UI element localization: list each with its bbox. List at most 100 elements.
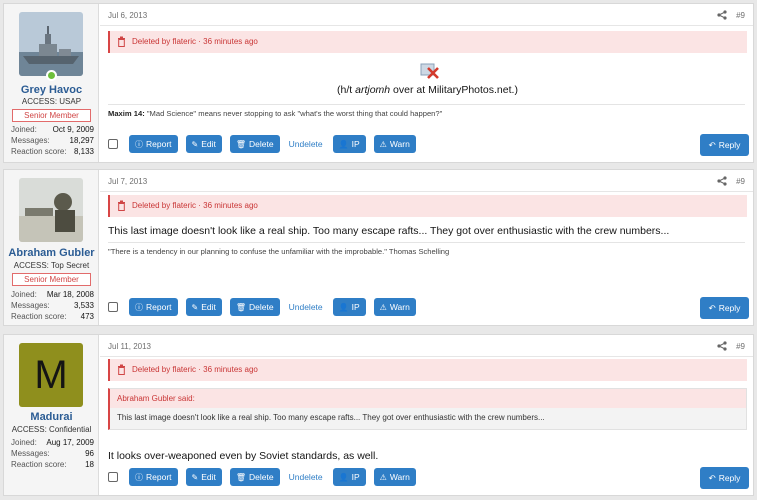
post-actions: ⓘ Report ✎ Edit 🗑 Delete Undelete 👤 IP ⚠ Warn: [108, 468, 424, 486]
warning-icon: ⚠: [379, 302, 387, 312]
delete-button[interactable]: 🗑 Delete: [229, 135, 280, 153]
share-icon[interactable]: [717, 176, 727, 186]
user-stats: Joined: Mar 18, 2008 Messages: 3,533 React…: [11, 289, 94, 322]
joined-value: Mar 18, 2008: [46, 290, 94, 299]
joined-label: Joined:: [11, 438, 37, 447]
avatar[interactable]: [19, 12, 83, 76]
post-actions: ⓘ Report ✎ Edit 🗑 Delete Undelete 👤 IP ⚠ Warn: [108, 298, 424, 316]
post-body: This last image doesn't look like a real…: [108, 225, 670, 237]
warn-button[interactable]: ⚠ Warn: [373, 468, 416, 486]
edit-button[interactable]: ✎ Edit: [185, 298, 222, 316]
edit-button[interactable]: ✎ Edit: [185, 468, 222, 486]
share-icon[interactable]: [717, 10, 727, 20]
post-actions: ⓘ Report ✎ Edit 🗑 Delete Undelete 👤 IP ⚠ Warn: [108, 135, 424, 153]
user-badge: Senior Member: [12, 109, 91, 122]
trash-icon: 🗑: [235, 139, 247, 149]
messages-value: 3,533: [73, 301, 94, 310]
select-checkbox[interactable]: [108, 302, 118, 312]
edit-icon: ✎: [191, 139, 199, 149]
signature-bold: Maxim 14:: [108, 109, 145, 118]
divider: [100, 25, 753, 26]
messages-label: Messages:: [11, 136, 50, 145]
undelete-link[interactable]: Undelete: [289, 302, 323, 312]
reply-button[interactable]: ↶ Reply: [700, 297, 749, 319]
quote-block: Abraham Gubler said: This last image doe…: [108, 388, 747, 430]
deleted-notice-text: Deleted by flateric · 36 minutes ago: [132, 37, 258, 46]
online-indicator: [46, 70, 57, 81]
deleted-notice: Deleted by flateric · 36 minutes ago: [108, 195, 747, 217]
post-number[interactable]: #9: [736, 11, 745, 20]
ip-button[interactable]: 👤 IP: [332, 135, 366, 153]
user-icon: 👤: [338, 472, 349, 482]
messages-value: 18,297: [69, 136, 94, 145]
joined-value: Aug 17, 2009: [46, 438, 94, 447]
report-button[interactable]: ⓘ Report: [129, 135, 178, 153]
user-stats: Joined: Aug 17, 2009 Messages: 96 Reaction…: [11, 437, 94, 470]
caption-suffix: over at MilitaryPhotos.net.): [390, 84, 518, 96]
reaction-value: 473: [80, 312, 94, 321]
post-main: Jul 7, 2013 #9 Deleted by flateric · 36 …: [100, 170, 753, 325]
warn-button[interactable]: ⚠ Warn: [373, 298, 416, 316]
divider: [100, 191, 753, 192]
divider: [100, 356, 753, 357]
avatar-letter: M: [34, 352, 68, 397]
reaction-value: 18: [85, 460, 94, 469]
avatar[interactable]: M: [19, 343, 83, 407]
joined-label: Joined:: [11, 125, 37, 134]
avatar[interactable]: [19, 178, 83, 242]
trash-icon: [118, 36, 125, 47]
post-grey-havoc: Grey Havoc ACCESS: USAP Senior Member Jo…: [3, 3, 754, 163]
post-main: Jul 11, 2013 #9 Deleted by flateric · 36…: [100, 335, 753, 495]
caption-credit: artjomh: [355, 84, 391, 96]
reply-icon: ↶: [708, 472, 716, 483]
post-abraham-gubler: Abraham Gubler ACCESS: Top Secret Senior…: [3, 169, 754, 326]
user-stats: Joined: Oct 9, 2009 Messages: 18,297 React…: [11, 124, 94, 157]
user-badge: Senior Member: [12, 273, 91, 286]
user-title: ACCESS: Top Secret: [13, 261, 90, 270]
edit-button[interactable]: ✎ Edit: [185, 135, 222, 153]
warn-button[interactable]: ⚠ Warn: [373, 135, 416, 153]
reply-button[interactable]: ↶ Reply: [700, 134, 749, 156]
undelete-link[interactable]: Undelete: [289, 139, 323, 149]
post-date[interactable]: Jul 7, 2013: [108, 177, 147, 186]
user-pane: Abraham Gubler ACCESS: Top Secret Senior…: [4, 170, 99, 325]
undelete-link[interactable]: Undelete: [289, 472, 323, 482]
share-icon[interactable]: [717, 341, 727, 351]
report-button[interactable]: ⓘ Report: [129, 298, 178, 316]
reaction-label: Reaction score:: [11, 147, 67, 156]
messages-value: 96: [85, 449, 94, 458]
post-body: It looks over-weaponed even by Soviet st…: [108, 450, 379, 462]
select-checkbox[interactable]: [108, 139, 118, 149]
post-madurai: M Madurai ACCESS: Confidential Joined: Au…: [3, 334, 754, 496]
username[interactable]: Grey Havoc: [4, 84, 99, 96]
trash-icon: 🗑: [235, 302, 247, 312]
ip-button[interactable]: 👤 IP: [332, 298, 366, 316]
quote-author[interactable]: Abraham Gubler said:: [110, 389, 746, 408]
trash-icon: 🗑: [235, 472, 247, 482]
edit-icon: ✎: [191, 302, 199, 312]
ip-button[interactable]: 👤 IP: [332, 468, 366, 486]
username[interactable]: Madurai: [4, 411, 99, 423]
quote-text: This last image doesn't look like a real…: [117, 413, 545, 422]
post-date[interactable]: Jul 6, 2013: [108, 11, 147, 20]
warning-icon: ⚠: [379, 472, 387, 482]
username[interactable]: Abraham Gubler: [4, 247, 99, 259]
reply-button[interactable]: ↶ Reply: [700, 467, 749, 489]
report-button[interactable]: ⓘ Report: [129, 468, 178, 486]
trash-icon: [118, 364, 125, 375]
delete-button[interactable]: 🗑 Delete: [229, 468, 280, 486]
user-title: ACCESS: Confidential: [11, 425, 92, 434]
deleted-notice: Deleted by flateric · 36 minutes ago: [108, 359, 747, 381]
caption-prefix: (h/t: [337, 84, 356, 96]
post-number[interactable]: #9: [736, 342, 745, 351]
post-date[interactable]: Jul 11, 2013: [108, 342, 151, 351]
reply-icon: ↶: [708, 302, 716, 313]
post-number[interactable]: #9: [736, 177, 745, 186]
select-checkbox[interactable]: [108, 472, 118, 482]
joined-label: Joined:: [11, 290, 37, 299]
delete-button[interactable]: 🗑 Delete: [229, 298, 280, 316]
broken-image-icon: [420, 63, 439, 79]
reaction-label: Reaction score:: [11, 312, 67, 321]
user-icon: 👤: [338, 302, 349, 312]
messages-label: Messages:: [11, 301, 50, 310]
